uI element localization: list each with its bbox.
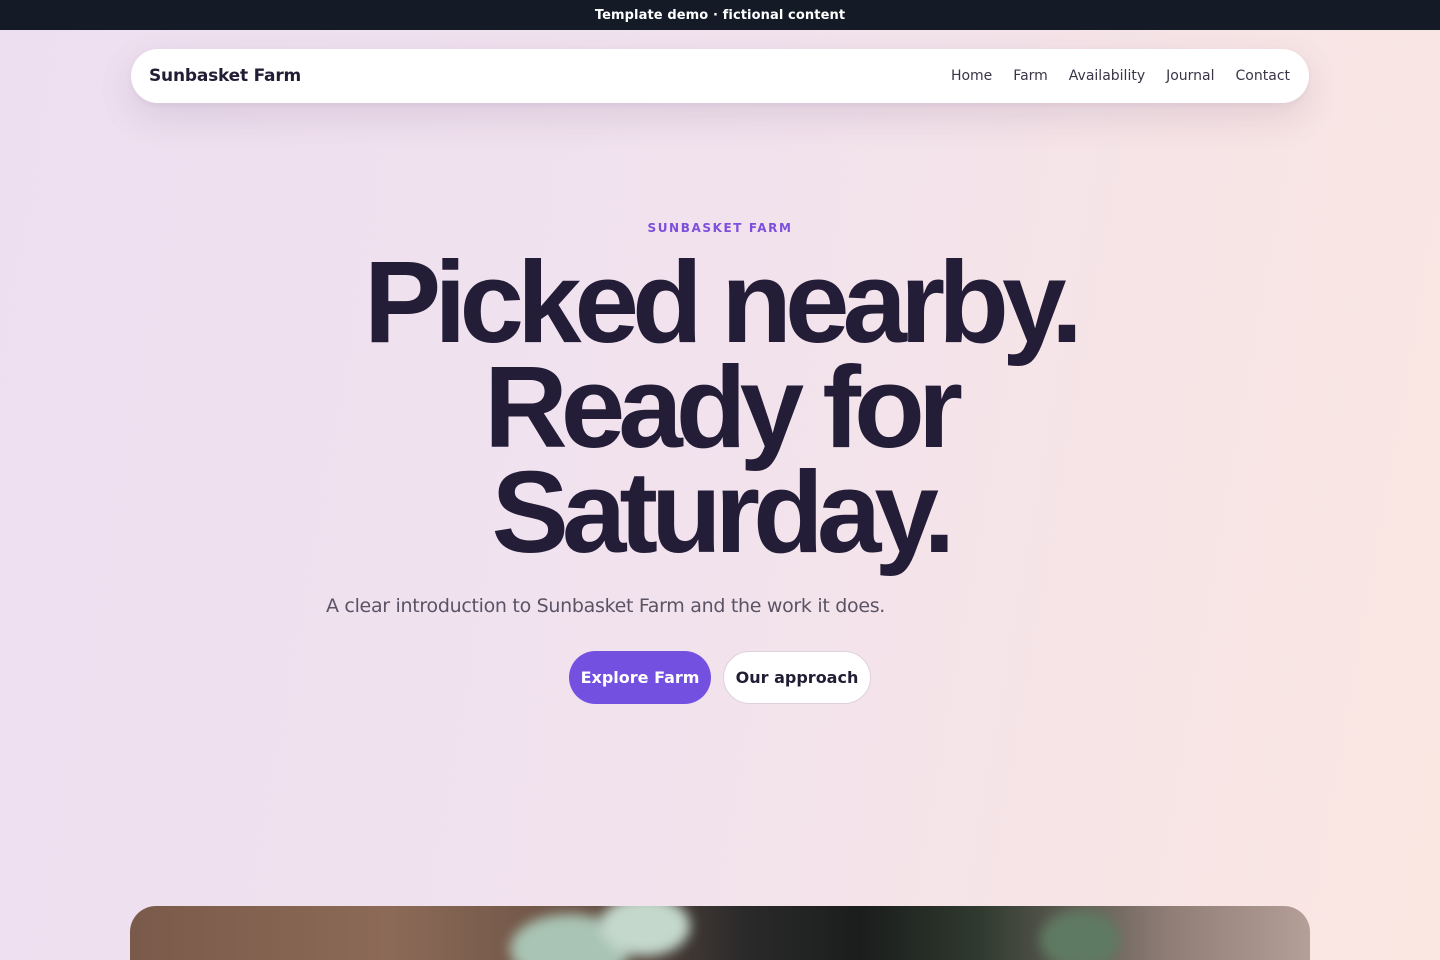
navbar: Sunbasket Farm Home Farm Availability Jo… [131,49,1309,103]
nav-link-contact[interactable]: Contact [1236,68,1290,84]
explore-farm-button[interactable]: Explore Farm [569,651,711,704]
demo-banner-text: Template demo · fictional content [594,7,846,23]
nav-links: Home Farm Availability Journal Contact [951,68,1290,84]
nav-link-farm[interactable]: Farm [1013,68,1048,84]
our-approach-button[interactable]: Our approach [723,651,871,704]
nav-link-journal[interactable]: Journal [1166,68,1214,84]
demo-banner: Template demo · fictional content [0,0,1440,30]
brand-logo[interactable]: Sunbasket Farm [149,66,301,86]
hero-headline-line-3: Saturday. [491,447,955,577]
hero-headline: Picked nearby. Ready for Saturday. [0,237,1440,577]
hero-image [130,906,1310,960]
hero-eyebrow: SUNBASKET FARM [647,221,793,235]
hero-headline-line-2: Ready for [483,342,963,472]
hero-subtitle: A clear introduction to Sunbasket Farm a… [326,595,886,617]
nav-link-availability[interactable]: Availability [1069,68,1145,84]
nav-link-home[interactable]: Home [951,68,992,84]
hero-headline-line-1: Picked nearby. [363,237,1083,367]
